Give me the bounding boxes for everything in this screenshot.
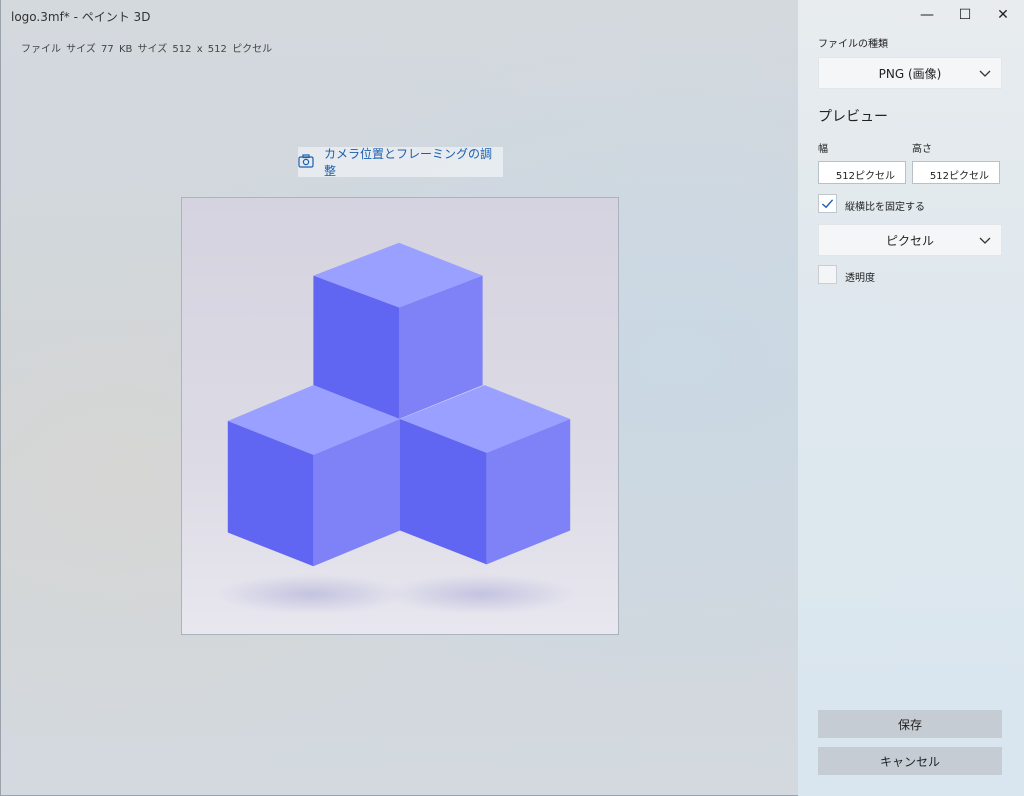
export-panel: — ☐ ✕ ファイルの種類 PNG (画像) プレビュー 幅 高さ 512ピクセ… bbox=[798, 0, 1024, 796]
chevron-down-icon bbox=[979, 237, 991, 244]
preview-heading: プレビュー bbox=[818, 109, 888, 125]
width-label: 幅 bbox=[818, 144, 828, 155]
cancel-button[interactable]: キャンセル bbox=[818, 747, 1002, 775]
lock-aspect-label: 縦横比を固定する bbox=[845, 202, 925, 213]
minimize-button[interactable]: — bbox=[908, 0, 946, 30]
unit-value: ピクセル bbox=[885, 233, 934, 248]
file-type-label: ファイルの種類 bbox=[818, 39, 888, 50]
height-label: 高さ bbox=[912, 144, 932, 155]
width-input[interactable]: 512ピクセル bbox=[818, 161, 906, 184]
camera-icon bbox=[298, 153, 314, 171]
height-input[interactable]: 512ピクセル bbox=[912, 161, 1000, 184]
file-type-value: PNG (画像) bbox=[878, 66, 942, 81]
canvas-area: logo.3mf* - ペイント 3D ファイル サイズ 77 KB サイズ 5… bbox=[0, 0, 798, 796]
cubes-logo-graphic bbox=[216, 242, 576, 615]
close-button[interactable]: ✕ bbox=[984, 0, 1022, 30]
transparency-checkbox[interactable] bbox=[818, 265, 837, 284]
chevron-down-icon bbox=[979, 70, 991, 77]
camera-framing-label: カメラ位置とフレーミングの調整 bbox=[324, 147, 493, 178]
save-button[interactable]: 保存 bbox=[818, 710, 1002, 738]
file-info: ファイル サイズ 77 KB サイズ 512 x 512 ピクセル bbox=[21, 44, 273, 55]
window-title: logo.3mf* - ペイント 3D bbox=[11, 10, 151, 24]
lock-aspect-checkbox[interactable] bbox=[818, 194, 837, 213]
unit-dropdown[interactable]: ピクセル bbox=[818, 224, 1002, 256]
image-preview[interactable] bbox=[181, 197, 619, 635]
maximize-button[interactable]: ☐ bbox=[946, 0, 984, 30]
file-type-dropdown[interactable]: PNG (画像) bbox=[818, 57, 1002, 89]
checkmark-icon bbox=[821, 199, 834, 209]
transparency-label: 透明度 bbox=[845, 273, 875, 284]
camera-framing-button[interactable]: カメラ位置とフレーミングの調整 bbox=[298, 147, 503, 178]
